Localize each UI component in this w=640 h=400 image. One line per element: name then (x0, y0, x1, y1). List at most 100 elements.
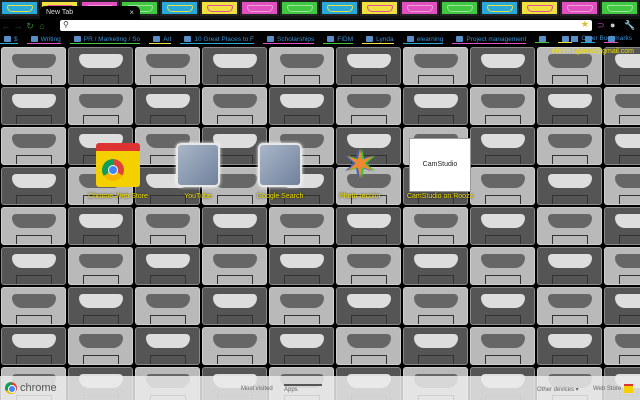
cassette-tile (470, 247, 535, 285)
cassette-tile (135, 287, 200, 325)
cassette-tile (269, 247, 334, 285)
theme-tile (480, 0, 519, 16)
extension-circle-icon[interactable]: ● (610, 20, 615, 30)
theme-tile (400, 0, 439, 16)
bookmark-icon (267, 36, 275, 42)
theme-tile (240, 0, 279, 16)
app-google-search[interactable]: Google Search (240, 143, 320, 200)
cassette-tile (68, 327, 133, 365)
bookmark-item[interactable]: 10 Great Places to F (180, 36, 255, 44)
forward-button[interactable]: → (12, 21, 24, 31)
cassette-tile (269, 47, 334, 85)
cassette-tile (604, 167, 640, 205)
bookmark-label: Project management (466, 35, 527, 43)
bookmark-item[interactable]: FIDM (323, 35, 354, 44)
cassette-tile (269, 87, 334, 125)
star-icon[interactable]: ★ (581, 19, 589, 30)
other-bookmarks[interactable]: Other Bookmarks (571, 35, 632, 42)
search-icon: ⚲ (63, 20, 69, 29)
bookmark-item[interactable] (558, 36, 573, 43)
bookmark-icon (327, 36, 335, 42)
theme-tile (160, 0, 199, 16)
cassette-tile (202, 207, 267, 245)
cassette-tile (1, 127, 66, 165)
bookmark-icon (406, 36, 414, 42)
bookmark-item[interactable]: Art (149, 36, 172, 44)
tab-most-visited[interactable]: Most visited (241, 386, 273, 392)
reload-button[interactable]: ↻ (24, 21, 36, 32)
web-store-link[interactable]: Web Store (593, 386, 621, 392)
bookmark-item[interactable]: elearning (402, 36, 444, 44)
bookmark-item[interactable]: $ (0, 36, 18, 44)
omnibox[interactable]: ⚲ ★ (60, 19, 592, 31)
cassette-tile (604, 327, 640, 365)
cassette-tile (68, 207, 133, 245)
theme-tile (200, 0, 239, 16)
chrome-web-store-icon (96, 143, 140, 187)
bookmark-item[interactable]: Scholarships (263, 36, 315, 44)
bookmark-label: Lynda (376, 35, 394, 43)
cassette-tile (1, 207, 66, 245)
app-camstudio[interactable]: CamStudio CamStudio on Roozz (400, 138, 480, 200)
google-search-icon (258, 143, 302, 187)
app-label: Google Search (256, 193, 304, 200)
app-label: Chrome Web Store (88, 193, 148, 200)
cassette-tile (470, 207, 535, 245)
app-youtube[interactable]: YouTube (158, 143, 238, 200)
bookmark-icon (539, 36, 547, 42)
bookmarks-bar: $ Writing PR / Marketing / So Art 10 Great P… (0, 33, 640, 46)
app-photo-recolor[interactable]: ✶ Photo recolor (320, 143, 400, 200)
home-button[interactable]: ⌂ (36, 21, 48, 31)
camstudio-thumb-text: CamStudio (422, 161, 458, 168)
back-button[interactable]: ← (0, 21, 12, 31)
bookmark-item[interactable]: Lynda (362, 35, 394, 44)
extension-icon[interactable]: ⊃ (597, 20, 605, 31)
cassette-tile (470, 47, 535, 85)
cassette-tile (336, 247, 401, 285)
bookmark-icon (4, 36, 11, 42)
bookmark-label: FIDM (337, 35, 354, 43)
chrome-wordmark: chrome (20, 382, 57, 394)
cassette-tile (68, 247, 133, 285)
chrome-icon (5, 382, 17, 394)
cassette-tile (135, 87, 200, 125)
theme-tile (440, 0, 479, 16)
app-chrome-web-store[interactable]: Chrome Web Store (78, 143, 158, 200)
cassette-tile (202, 47, 267, 85)
cassette-tile (202, 287, 267, 325)
theme-tile (560, 0, 599, 16)
cassette-tile (403, 87, 468, 125)
bookmark-item[interactable]: Project management (452, 35, 527, 44)
cassette-tile (403, 207, 468, 245)
cassette-tile (403, 47, 468, 85)
app-label: CamStudio on Roozz (406, 193, 474, 200)
web-store-icon[interactable] (624, 384, 633, 393)
account-email[interactable]: eileen.l.garcia@gmail.com (552, 48, 634, 55)
cassette-tile (537, 167, 602, 205)
bookmark-icon (366, 36, 374, 42)
cassette-tile (537, 87, 602, 125)
cassette-tile (1, 327, 66, 365)
cassette-tile (1, 87, 66, 125)
other-devices-menu[interactable]: Other devices ▾ (537, 386, 579, 393)
close-tab-icon[interactable]: × (129, 8, 134, 17)
bookmark-item[interactable]: Writing (26, 36, 61, 44)
youtube-icon (176, 143, 220, 187)
theme-tile (280, 0, 319, 16)
tab-apps[interactable]: Apps (284, 384, 322, 393)
bookmark-icon (153, 36, 161, 42)
toolbar: ← → ↻ ⌂ ⚲ ★ (0, 19, 640, 33)
theme-tile (360, 0, 399, 16)
bookmark-item[interactable] (535, 36, 550, 43)
cassette-tile (269, 327, 334, 365)
tab-new-tab[interactable]: New Tab × (40, 6, 140, 20)
cassette-tile (604, 247, 640, 285)
cassette-tile (68, 47, 133, 85)
cassette-tile (470, 87, 535, 125)
bookmark-item[interactable]: PR / Marketing / So (69, 36, 141, 44)
wrench-icon[interactable]: 🔧 (624, 20, 635, 31)
cassette-tile (604, 87, 640, 125)
theme-tile (600, 0, 639, 16)
cassette-tile (537, 127, 602, 165)
bookmark-icon (30, 36, 38, 42)
